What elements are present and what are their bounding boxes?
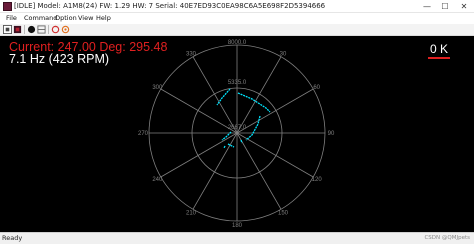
angle-label: 60 [313, 85, 320, 91]
polar-spoke [160, 88, 238, 134]
radius-label: 8000.0 [228, 40, 247, 46]
angle-label: 300 [152, 85, 163, 91]
angle-label: 30 [280, 51, 287, 57]
frequency-readout: 7.1 Hz (423 RPM) [9, 52, 110, 66]
angle-label: 240 [152, 177, 163, 183]
angle-label: 120 [312, 177, 323, 183]
connect-icon[interactable] [3, 25, 12, 34]
distance-unit-label[interactable]: 0 K [430, 43, 448, 56]
status-bar: Ready CSDN @QMJpets [0, 232, 474, 244]
polar-spoke [192, 132, 238, 210]
angle-label: 330 [186, 51, 197, 57]
angle-label: 90 [328, 131, 335, 137]
polar-spoke [236, 88, 314, 134]
record-icon[interactable] [27, 25, 36, 34]
watermark: CSDN @QMJpets [424, 235, 470, 241]
scan-segment [240, 139, 243, 144]
polar-spoke [160, 132, 238, 178]
polar-spoke [236, 132, 282, 210]
angle-label: 210 [186, 211, 197, 217]
menu-help[interactable]: Help [96, 13, 111, 24]
title-bar: [IDLE] Model: A1M8(24) FW: 1.29 HW: 7 Se… [0, 0, 474, 13]
polar-spoke [236, 132, 314, 178]
unit-underline [428, 57, 450, 59]
menu-option[interactable]: Option [55, 13, 77, 24]
toolbar-separator [48, 25, 49, 34]
scan-icon[interactable] [37, 25, 46, 34]
menu-bar: File Command Option View Help [0, 13, 474, 24]
polar-grid: 30 60 90 120 150 180 210 240 270 300 330 [138, 44, 335, 229]
scan-segment [223, 145, 226, 149]
window-title: [IDLE] Model: A1M8(24) FW: 1.29 HW: 7 Se… [14, 2, 326, 10]
angle-label: 180 [232, 223, 243, 229]
scan-segment [237, 92, 271, 113]
menu-view[interactable]: View [78, 13, 93, 24]
menu-command[interactable]: Command [24, 13, 57, 24]
scan-segment [245, 115, 261, 141]
angle-label: 270 [138, 131, 149, 137]
toolbar-separator [24, 25, 25, 34]
minimize-icon[interactable]: — [418, 0, 436, 13]
menu-file[interactable]: File [6, 13, 17, 24]
radius-label: 5335.0 [228, 80, 247, 86]
maximize-icon[interactable]: ☐ [436, 0, 454, 13]
radius-label: 2667.0 [228, 125, 247, 131]
status-text: Ready [2, 234, 23, 242]
close-icon[interactable]: ✕ [455, 0, 473, 13]
settings-icon[interactable] [61, 25, 70, 34]
angle-label: 150 [278, 211, 289, 217]
polar-spoke [192, 56, 238, 134]
toolbar [0, 24, 474, 36]
reset-icon[interactable] [51, 25, 60, 34]
app-icon [3, 2, 12, 11]
stop-icon[interactable] [13, 25, 22, 34]
